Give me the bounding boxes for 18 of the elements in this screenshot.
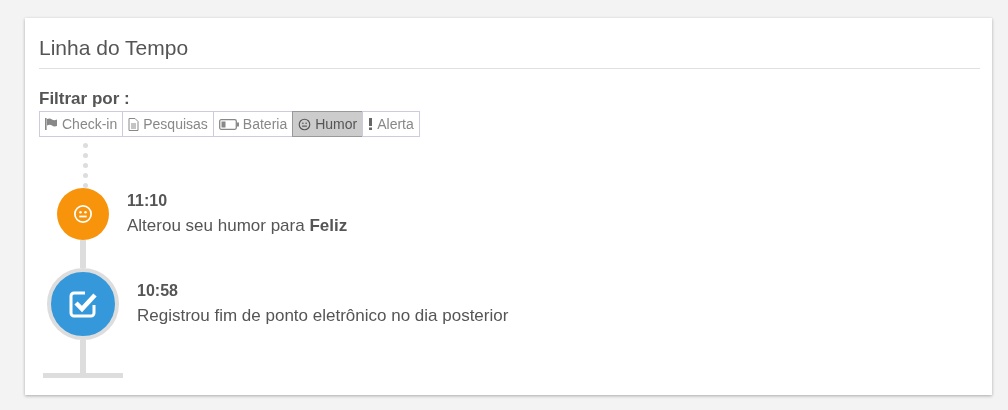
filter-button[interactable]: Humor (292, 111, 364, 137)
filter-button[interactable]: Alerta (362, 111, 420, 137)
exclamation-icon (368, 118, 374, 130)
battery-icon (218, 118, 239, 130)
event-description: Alterou seu humor para Feliz (127, 216, 348, 236)
filter-button[interactable]: Check-in (39, 111, 124, 137)
smiley-icon (298, 117, 312, 131)
flag-icon (45, 118, 58, 130)
neutral-face-icon (73, 204, 93, 224)
panel-title: Linha do Tempo (39, 36, 980, 69)
event-time: 10:58 (137, 282, 179, 300)
document-icon (128, 117, 140, 131)
event-description: Registrou fim de ponto eletrônico no dia posterior (137, 306, 509, 326)
filter-label: Filtrar por : (39, 89, 130, 109)
filter-button[interactable]: Pesquisas (122, 111, 214, 137)
checkbox-icon (68, 289, 98, 319)
event-time: 11:10 (127, 192, 169, 210)
filter-button[interactable]: Bateria (212, 111, 294, 137)
